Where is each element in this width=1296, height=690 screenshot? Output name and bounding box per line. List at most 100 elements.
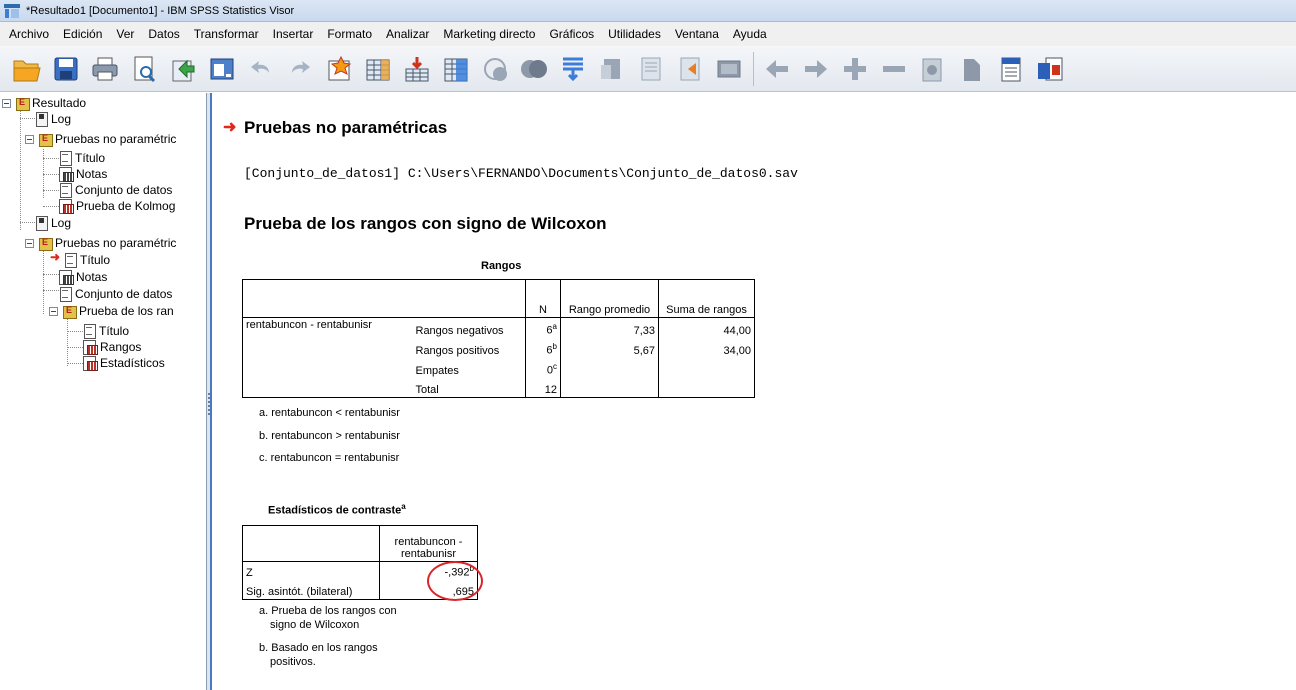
redo-icon [292, 60, 310, 73]
tree-item-notas[interactable]: Notas [59, 269, 107, 285]
image-icon [717, 60, 741, 77]
tree-line [43, 290, 59, 291]
pane-splitter[interactable] [206, 93, 212, 690]
table-corner-cell [242, 279, 526, 318]
plus-icon [844, 57, 866, 80]
tree-item-conjunto-de-datos[interactable]: Conjunto de datos [59, 286, 172, 302]
menu-analizar[interactable]: Analizar [379, 27, 436, 41]
menu-ver[interactable]: Ver [109, 27, 141, 41]
tree-item-titulo[interactable]: Título [59, 150, 105, 166]
demote-button[interactable] [799, 52, 833, 86]
cell-mean-rank: 7,33 [560, 317, 659, 338]
collapse-toggle[interactable] [25, 135, 34, 144]
splitter-grip[interactable] [208, 393, 210, 417]
save-icon [54, 57, 78, 80]
tree-item-estadisticos[interactable]: Estadísticos [83, 355, 165, 371]
tree-line [67, 331, 83, 332]
save-button[interactable] [49, 52, 83, 86]
goto-variable-button[interactable] [361, 52, 395, 86]
cell-sum-of-ranks: 34,00 [658, 337, 755, 358]
toolbar-separator [753, 51, 754, 86]
tree-item-conjunto-de-datos[interactable]: Conjunto de datos [59, 182, 172, 198]
insert-title-button[interactable] [1033, 52, 1067, 86]
output-book-icon [39, 133, 53, 147]
expand-button[interactable] [838, 52, 872, 86]
test-title[interactable]: Prueba de los rangos con signo de Wilcox… [244, 214, 607, 234]
tree-item-log[interactable]: Log [35, 215, 71, 231]
log-icon [35, 112, 48, 127]
stats-table-caption: Estadísticos de contrastea [268, 502, 406, 517]
goto-variable-icon [366, 59, 390, 80]
split-file-button[interactable] [439, 52, 473, 86]
menu-ventana[interactable]: Ventana [668, 27, 726, 41]
print-preview-button[interactable] [127, 52, 161, 86]
collapse-toggle[interactable] [49, 307, 58, 316]
tree-item-notas[interactable]: Notas [59, 166, 107, 182]
collapse-toggle[interactable] [2, 99, 11, 108]
tree-line [20, 222, 35, 223]
use-variable-sets-button[interactable] [517, 52, 551, 86]
menu-ayuda[interactable]: Ayuda [726, 27, 774, 41]
output-book-icon [63, 305, 77, 319]
hide-button[interactable] [955, 52, 989, 86]
tree-item-prueba-kolmogorov[interactable]: Prueba de Kolmog [59, 198, 175, 214]
tree-item-pruebas-no-parametricas[interactable]: Pruebas no paramétric [39, 131, 176, 147]
print-preview-icon [134, 56, 156, 82]
redo-button[interactable] [283, 52, 317, 86]
menu-graficos[interactable]: Gráficos [542, 27, 601, 41]
arrow-right-icon [805, 59, 827, 78]
tree-item-titulo[interactable]: Título [83, 323, 129, 339]
collapse-button[interactable] [877, 52, 911, 86]
row-label-z: Z [242, 561, 380, 580]
dataset-path[interactable]: [Conjunto_de_datos1] C:\Users\FERNANDO\D… [244, 166, 798, 181]
tree-item-pruebas-no-parametricas[interactable]: Pruebas no paramétric [39, 235, 176, 251]
select-cases-button[interactable] [556, 52, 590, 86]
menu-edicion[interactable]: Edición [56, 27, 109, 41]
tree-item-titulo[interactable]: Título [64, 252, 110, 268]
menu-datos[interactable]: Datos [141, 27, 186, 41]
tree-item-rangos[interactable]: Rangos [83, 339, 141, 355]
title-icon [83, 324, 96, 339]
title-bar: *Resultado1 [Documento1] - IBM SPSS Stat… [0, 0, 1296, 22]
menu-insertar[interactable]: Insertar [266, 27, 321, 41]
cell-sum-of-ranks [658, 377, 755, 398]
minus-icon [883, 65, 905, 72]
row-label: Empates [412, 357, 526, 378]
collapse-toggle[interactable] [25, 239, 34, 248]
recall-dialog-button[interactable] [205, 52, 239, 86]
outline-pane: Resultado Log Pruebas no paramétric Títu… [0, 93, 206, 690]
tree-line [67, 347, 83, 348]
export-icon [172, 59, 195, 81]
menu-transformar[interactable]: Transformar [187, 27, 266, 41]
notes-icon [59, 167, 74, 182]
tree-line [67, 363, 83, 364]
insert-output-button[interactable] [673, 52, 707, 86]
export-button[interactable] [166, 52, 200, 86]
menu-archivo[interactable]: Archivo [2, 27, 56, 41]
value-labels-button[interactable] [478, 52, 512, 86]
tree-item-prueba-rangos[interactable]: Prueba de los ran [63, 303, 174, 319]
menu-utilidades[interactable]: Utilidades [601, 27, 668, 41]
goto-case-button[interactable] [322, 52, 356, 86]
show-button[interactable] [916, 52, 950, 86]
insert-image-button[interactable] [712, 52, 746, 86]
print-button[interactable] [88, 52, 122, 86]
open-button[interactable] [10, 52, 44, 86]
footnote: b. Basado en los rangos [259, 642, 378, 654]
tree-item-resultado[interactable]: Resultado [16, 95, 86, 111]
promote-button[interactable] [760, 52, 794, 86]
designate-window-icon [601, 58, 620, 79]
insert-heading-button[interactable] [994, 52, 1028, 86]
tree-item-log[interactable]: Log [35, 111, 71, 127]
menu-marketing-directo[interactable]: Marketing directo [436, 27, 542, 41]
show-all-button[interactable] [634, 52, 668, 86]
section-heading[interactable]: Pruebas no paramétricas [244, 118, 447, 138]
designate-window-button[interactable] [595, 52, 629, 86]
ranks-table[interactable]: N Rango promedio Suma de rangos rentabun… [242, 279, 755, 398]
insert-cases-button[interactable] [400, 52, 434, 86]
undo-button[interactable] [244, 52, 278, 86]
current-item-arrow-icon: ➜ [50, 250, 61, 264]
row-variable-label: rentabuncon - rentabunisr [242, 317, 413, 398]
heading-icon [1001, 57, 1021, 81]
menu-formato[interactable]: Formato [320, 27, 379, 41]
